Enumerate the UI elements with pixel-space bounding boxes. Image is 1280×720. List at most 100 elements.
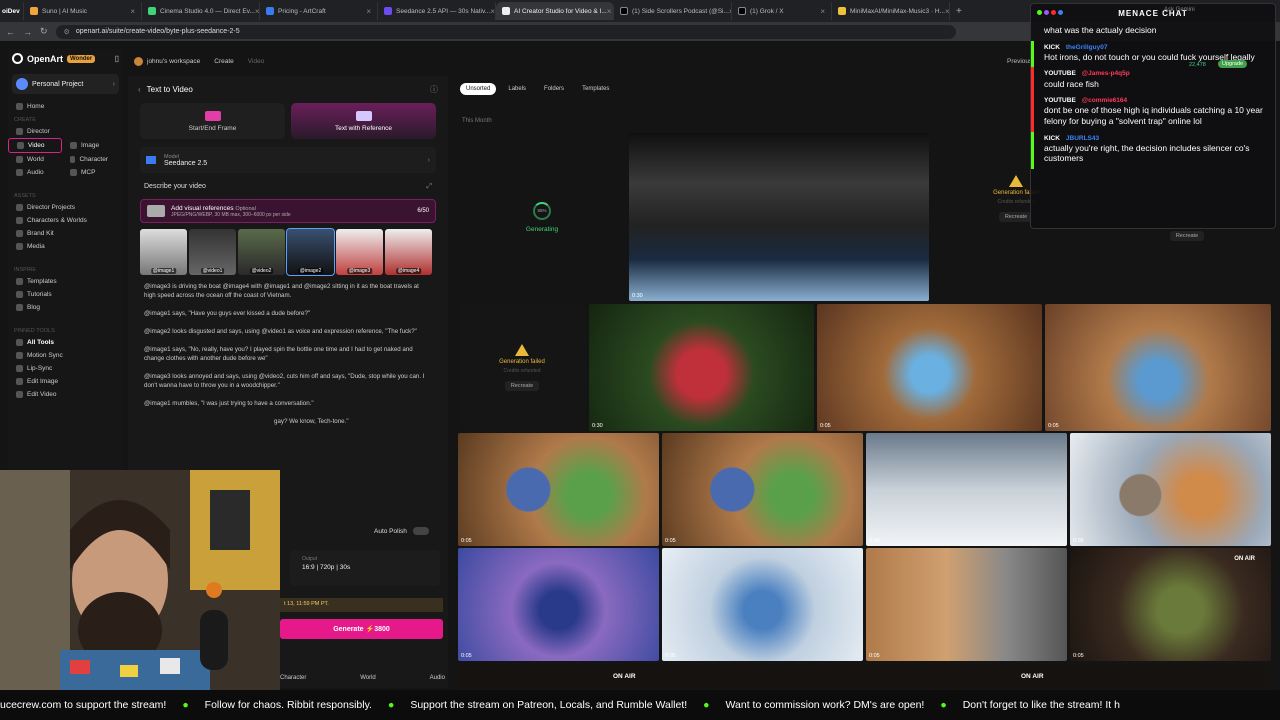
image-icon: [70, 142, 77, 149]
panel-title: Text to Video: [146, 85, 193, 94]
sidebar-item-edit-image[interactable]: Edit Image: [8, 375, 123, 388]
close-icon[interactable]: ×: [130, 7, 135, 16]
close-icon[interactable]: ×: [607, 7, 612, 16]
sidebar-item-image[interactable]: Image: [62, 138, 116, 153]
output-settings[interactable]: Output 16:9 | 720p | 30s: [290, 550, 440, 586]
generate-button[interactable]: Generate ⚡3800: [280, 619, 443, 639]
close-icon[interactable]: ×: [945, 7, 949, 16]
video-tile[interactable]: ON AIR ON AIR: [458, 664, 1271, 689]
sidebar-item-all-tools[interactable]: All Tools: [8, 336, 123, 349]
chat-text: could race fish: [1044, 78, 1099, 89]
auto-polish-toggle[interactable]: [412, 527, 429, 535]
brand[interactable]: OpenArt Wonder ▯: [8, 49, 123, 68]
tab-world[interactable]: World: [360, 675, 376, 681]
recreate-button[interactable]: Recreate: [504, 381, 540, 391]
sidebar-item-edit-video[interactable]: Edit Video: [8, 388, 123, 401]
reference-thumb[interactable]: @image2: [286, 228, 335, 276]
browser-tab[interactable]: (1) Grok / X ×: [732, 2, 832, 20]
browser-tab[interactable]: Cinema Studio 4.0 — Direct Ev... ×: [142, 2, 260, 20]
video-tile[interactable]: 0:05: [866, 433, 1067, 546]
filter-labels[interactable]: Labels: [502, 83, 532, 95]
breadcrumb-create[interactable]: Create: [214, 58, 234, 65]
add-visual-references[interactable]: Add visual references Optional JPEG/PNG/W…: [140, 199, 436, 223]
duration-label: 0:05: [1073, 653, 1084, 659]
project-selector[interactable]: Personal Project ›: [12, 74, 119, 94]
address-bar[interactable]: ⚙ openart.ai/suite/create-video/byte-plus…: [55, 24, 956, 39]
sidebar-label: Video: [28, 142, 45, 149]
video-tile[interactable]: 0:05: [458, 433, 659, 546]
video-tile[interactable]: 0:05: [1070, 433, 1271, 546]
browser-tab[interactable]: Suno | AI Music ×: [24, 2, 142, 20]
mode-text-with-reference[interactable]: Text with Reference: [291, 103, 436, 139]
filter-folders[interactable]: Folders: [538, 83, 570, 95]
sidebar-item-media[interactable]: Media: [8, 240, 123, 253]
sidebar-item-video[interactable]: Video: [8, 138, 62, 153]
video-tile[interactable]: 0:05: [866, 548, 1067, 661]
video-tile[interactable]: 0:05: [1045, 304, 1271, 431]
previous-link[interactable]: Previous: [1007, 58, 1032, 65]
workspace-selector[interactable]: johnu's workspace: [134, 57, 200, 66]
tab-audio[interactable]: Audio: [430, 675, 445, 681]
breadcrumb-video[interactable]: Video: [248, 58, 265, 65]
info-icon[interactable]: ⓘ: [430, 84, 438, 95]
filter-templates[interactable]: Templates: [576, 83, 615, 95]
close-icon[interactable]: ×: [820, 7, 825, 16]
reference-thumb[interactable]: @video2: [238, 229, 285, 275]
sidebar-item-characters-worlds[interactable]: Characters & Worlds: [8, 214, 123, 227]
video-tile[interactable]: 0:05: [662, 548, 863, 661]
browser-tab[interactable]: Seedance 2.5 API — 30s Nativ... ×: [378, 2, 496, 20]
chat-author: YOUTUBE @commie6164: [1044, 97, 1267, 105]
sidebar-item-character[interactable]: Character: [62, 153, 116, 166]
video-tile[interactable]: 0:05: [458, 548, 659, 661]
video-tile[interactable]: 0:05: [817, 304, 1042, 431]
brand-kit-icon: [16, 230, 23, 237]
back-icon[interactable]: ←: [6, 27, 15, 37]
mode-start-end-frame[interactable]: Start/End Frame: [140, 103, 285, 139]
sidebar-item-blog[interactable]: Blog: [8, 301, 123, 314]
filter-unsorted[interactable]: Unsorted: [460, 83, 497, 95]
recreate-button[interactable]: Recreate: [998, 211, 1034, 222]
sidebar-item-director[interactable]: Director: [8, 125, 123, 138]
ask-gemini-button[interactable]: Ask Gemini: [1164, 7, 1195, 13]
sidebar-item-lip-sync[interactable]: Lip-Sync: [8, 362, 123, 375]
close-icon[interactable]: ×: [490, 7, 495, 16]
duration-label: 0:05: [869, 538, 880, 544]
collapse-sidebar-icon[interactable]: ▯: [115, 54, 119, 63]
prompt-text[interactable]: @image3 is driving the boat @image4 with…: [144, 283, 432, 427]
browser-tab[interactable]: MiniMaxAI/MiniMax-Music3 · H... ×: [832, 2, 950, 20]
upgrade-button[interactable]: Upgrade: [1218, 60, 1248, 68]
reference-thumb[interactable]: @image1: [140, 229, 187, 275]
browser-tab[interactable]: (1) Side Scrollers Podcast (@Si...×: [614, 2, 732, 20]
sidebar-item-templates[interactable]: Templates: [8, 275, 123, 288]
reference-thumb[interactable]: @image4: [385, 229, 432, 275]
forward-icon[interactable]: →: [23, 27, 32, 37]
sidebar-item-motion-sync[interactable]: Motion Sync: [8, 349, 123, 362]
reference-thumb[interactable]: @video1: [189, 229, 236, 275]
reload-icon[interactable]: ↻: [40, 26, 48, 37]
sidebar-item-director-projects[interactable]: Director Projects: [8, 201, 123, 214]
recreate-button[interactable]: Recreate: [1169, 231, 1205, 241]
expand-icon[interactable]: ⤢: [426, 183, 432, 191]
sidebar-item-mcp[interactable]: MCP: [62, 166, 116, 179]
sidebar-item-tutorials[interactable]: Tutorials: [8, 288, 123, 301]
close-icon[interactable]: ×: [366, 7, 371, 16]
video-tile[interactable]: 0:30: [629, 133, 929, 301]
back-icon[interactable]: ‹: [138, 85, 141, 94]
sidebar-item-home[interactable]: Home: [8, 100, 123, 113]
ticker-item: Support the stream on Patreon, Locals, a…: [410, 699, 688, 711]
tab-character[interactable]: Character: [280, 675, 306, 681]
sidebar-item-world[interactable]: World: [8, 153, 62, 166]
browser-tab-active[interactable]: AI Creator Studio for Video & I... ×: [496, 2, 614, 20]
sidebar-item-brand-kit[interactable]: Brand Kit: [8, 227, 123, 240]
browser-tab[interactable]: oiDev: [0, 2, 24, 20]
new-tab-icon[interactable]: +: [956, 6, 962, 17]
sidebar-item-audio[interactable]: Audio: [8, 166, 62, 179]
browser-tab[interactable]: Pricing - ArtCraft ×: [260, 2, 378, 20]
reference-thumb[interactable]: @image3: [336, 229, 383, 275]
video-tile[interactable]: 0:30: [589, 304, 814, 431]
model-selector[interactable]: Model Seedance 2.5 ›: [140, 147, 436, 173]
tab-label: Suno | AI Music: [42, 7, 88, 15]
video-tile[interactable]: 0:05 ON AIR: [1070, 548, 1271, 661]
close-icon[interactable]: ×: [255, 7, 259, 16]
video-tile[interactable]: 0:05: [662, 433, 863, 546]
